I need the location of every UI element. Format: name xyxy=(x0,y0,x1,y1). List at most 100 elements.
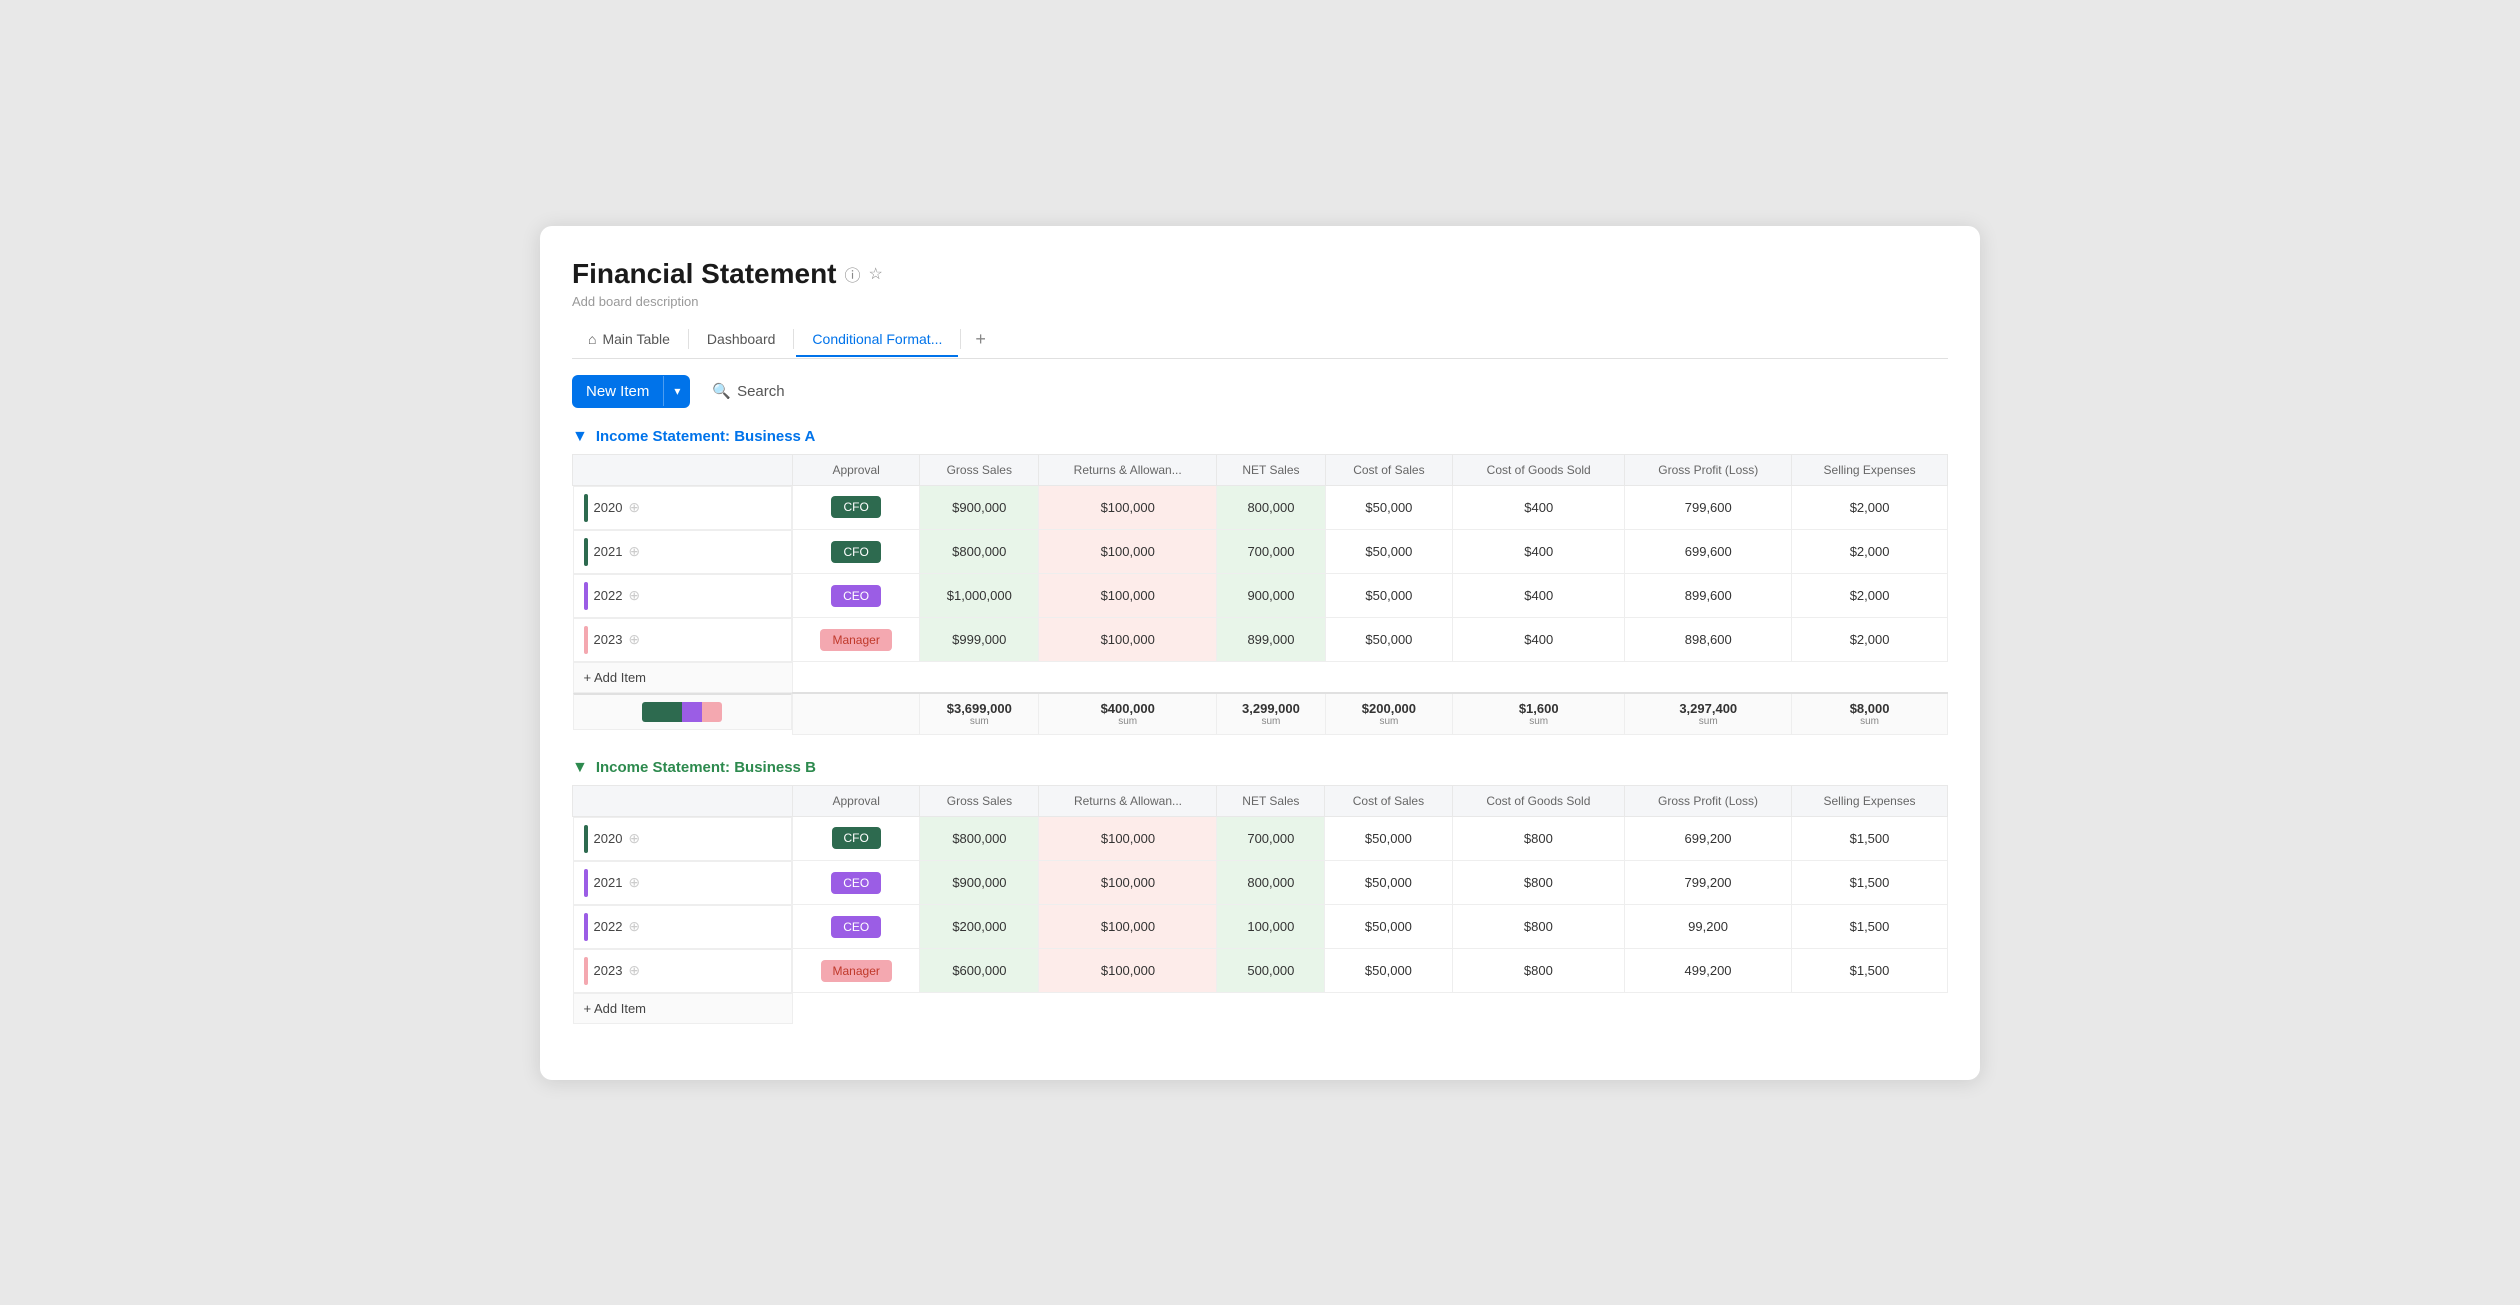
row-indicator xyxy=(584,626,588,654)
selling-exp-cell: $2,000 xyxy=(1792,618,1948,662)
row-add-icon[interactable]: ⊕ xyxy=(628,918,640,935)
table-row: 2022 ⊕ CEO $200,000 $100,000 100,000 $50… xyxy=(573,905,1948,949)
approval-cell[interactable]: CEO xyxy=(793,574,920,618)
row-add-icon[interactable]: ⊕ xyxy=(628,830,640,847)
app-container: Financial Statement ⓘ ☆ Add board descri… xyxy=(540,226,1980,1080)
year-label: 2020 xyxy=(594,831,623,846)
add-item-row[interactable]: + Add Item xyxy=(573,662,1948,693)
section-b-table: Approval Gross Sales Returns & Allowan..… xyxy=(572,785,1948,1024)
row-add-icon[interactable]: ⊕ xyxy=(628,962,640,979)
new-item-dropdown-icon[interactable]: ▾ xyxy=(663,376,690,406)
gross-profit-cell: 899,600 xyxy=(1625,574,1792,618)
col-cogs-b: Cost of Goods Sold xyxy=(1452,785,1624,816)
table-row: 2021 ⊕ CFO $800,000 $100,000 700,000 $50… xyxy=(573,530,1948,574)
section-b-title: Income Statement: Business B xyxy=(596,759,816,776)
gross-profit-cell: 499,200 xyxy=(1625,949,1792,993)
section-business-a: ▼ Income Statement: Business A Approval … xyxy=(572,428,1948,735)
row-add-icon[interactable]: ⊕ xyxy=(628,874,640,891)
tab-add-button[interactable]: + xyxy=(963,321,998,358)
board-description[interactable]: Add board description xyxy=(572,294,1948,309)
col-returns-a: Returns & Allowan... xyxy=(1039,454,1217,485)
tab-divider-3 xyxy=(960,329,961,349)
tab-divider-2 xyxy=(793,329,794,349)
year-cell: 2022 ⊕ xyxy=(573,574,793,618)
tab-dashboard-label: Dashboard xyxy=(707,331,776,347)
cogs-cell: $800 xyxy=(1452,816,1624,861)
net-sales-cell: 900,000 xyxy=(1217,574,1326,618)
new-item-button[interactable]: New Item ▾ xyxy=(572,375,690,408)
cost-sales-cell: $50,000 xyxy=(1325,949,1452,993)
col-gross-sales-b: Gross Sales xyxy=(920,785,1039,816)
summary-color-bar xyxy=(642,702,722,722)
tab-conditional-format[interactable]: Conditional Format... xyxy=(796,323,958,357)
cogs-cell: $400 xyxy=(1453,574,1625,618)
section-a-toggle[interactable]: ▼ xyxy=(572,428,588,446)
add-item-row-b[interactable]: + Add Item xyxy=(573,993,1948,1024)
approval-cell[interactable]: CEO xyxy=(793,905,920,949)
approval-cell[interactable]: CEO xyxy=(793,861,920,905)
col-net-sales-a: NET Sales xyxy=(1217,454,1326,485)
year-label: 2021 xyxy=(594,875,623,890)
search-icon: 🔍 xyxy=(712,382,731,400)
star-icon[interactable]: ☆ xyxy=(869,264,883,284)
gross-profit-cell: 898,600 xyxy=(1625,618,1792,662)
info-icon[interactable]: ⓘ xyxy=(845,262,861,286)
section-business-b: ▼ Income Statement: Business B Approval … xyxy=(572,759,1948,1024)
cost-sales-cell: $50,000 xyxy=(1325,574,1452,618)
row-add-icon[interactable]: ⊕ xyxy=(628,499,640,516)
section-b-header: ▼ Income Statement: Business B xyxy=(572,759,1948,777)
summary-row: $3,699,000 sum $400,000 sum 3,299,000 su… xyxy=(573,693,1948,735)
gross-profit-cell: 799,600 xyxy=(1625,485,1792,530)
approval-badge: CEO xyxy=(831,916,881,938)
cogs-cell: $400 xyxy=(1453,530,1625,574)
returns-cell: $100,000 xyxy=(1039,861,1217,905)
selling-exp-cell: $2,000 xyxy=(1792,485,1948,530)
section-a-table: Approval Gross Sales Returns & Allowan..… xyxy=(572,454,1948,735)
tab-main-table-label: Main Table xyxy=(602,331,669,347)
approval-cell[interactable]: CFO xyxy=(793,485,920,530)
approval-cell[interactable]: Manager xyxy=(793,618,920,662)
col-gross-profit-a: Gross Profit (Loss) xyxy=(1625,454,1792,485)
row-add-icon[interactable]: ⊕ xyxy=(628,631,640,648)
net-sales-cell: 700,000 xyxy=(1217,816,1325,861)
year-cell: 2020 ⊕ xyxy=(573,817,793,861)
tab-divider-1 xyxy=(688,329,689,349)
row-indicator xyxy=(584,913,588,941)
cogs-cell: $800 xyxy=(1452,905,1624,949)
col-gross-profit-b: Gross Profit (Loss) xyxy=(1625,785,1792,816)
add-item-label[interactable]: + Add Item xyxy=(573,662,793,693)
gross-sales-cell: $900,000 xyxy=(920,861,1039,905)
col-year-a xyxy=(573,454,793,485)
search-button[interactable]: 🔍 Search xyxy=(702,376,794,406)
summary-cost-sales: $200,000 sum xyxy=(1325,693,1452,735)
selling-exp-cell: $2,000 xyxy=(1792,574,1948,618)
net-sales-cell: 899,000 xyxy=(1217,618,1326,662)
summary-gross-profit: 3,297,400 sum xyxy=(1625,693,1792,735)
tab-conditional-format-label: Conditional Format... xyxy=(812,331,942,347)
approval-cell[interactable]: CFO xyxy=(793,816,920,861)
tab-main-table[interactable]: ⌂ Main Table xyxy=(572,323,686,357)
row-indicator xyxy=(584,538,588,566)
summary-gross-sales: $3,699,000 sum xyxy=(920,693,1039,735)
row-add-icon[interactable]: ⊕ xyxy=(628,543,640,560)
selling-exp-cell: $1,500 xyxy=(1792,905,1948,949)
summary-color-cell xyxy=(573,693,793,730)
approval-cell[interactable]: CFO xyxy=(793,530,920,574)
table-row: 2020 ⊕ CFO $900,000 $100,000 800,000 $50… xyxy=(573,485,1948,530)
search-label: Search xyxy=(737,383,785,400)
tab-dashboard[interactable]: Dashboard xyxy=(691,323,792,357)
gross-profit-cell: 699,600 xyxy=(1625,530,1792,574)
row-add-icon[interactable]: ⊕ xyxy=(628,587,640,604)
gross-sales-cell: $999,000 xyxy=(920,618,1039,662)
year-label: 2022 xyxy=(594,919,623,934)
gross-sales-cell: $900,000 xyxy=(920,485,1039,530)
net-sales-cell: 700,000 xyxy=(1217,530,1326,574)
add-item-label-b[interactable]: + Add Item xyxy=(573,993,793,1024)
approval-cell[interactable]: Manager xyxy=(793,949,920,993)
bar-seg-ceo xyxy=(682,702,702,722)
approval-badge: Manager xyxy=(821,960,892,982)
approval-badge: CEO xyxy=(831,585,881,607)
col-approval-b: Approval xyxy=(793,785,920,816)
section-b-toggle[interactable]: ▼ xyxy=(572,759,588,777)
col-returns-b: Returns & Allowan... xyxy=(1039,785,1217,816)
